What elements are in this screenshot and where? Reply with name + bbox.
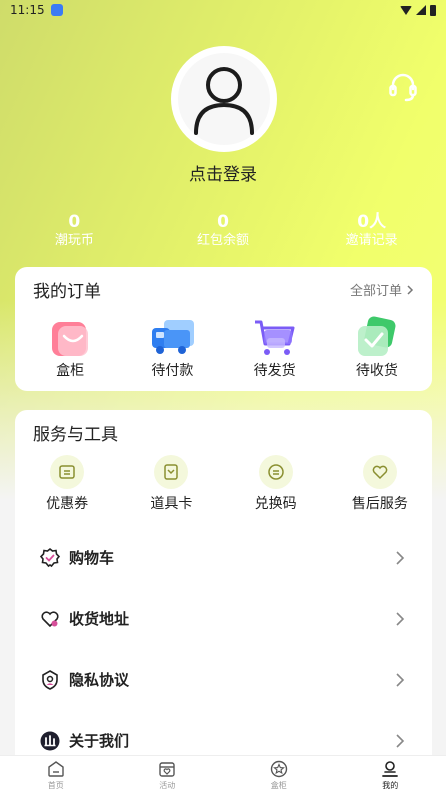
service-label: 优惠券 — [46, 496, 89, 512]
order-pending-receipt[interactable]: 待收货 — [332, 316, 422, 380]
stat-value: 0 — [217, 212, 229, 232]
bottom-nav: 首页 活动 盒柜 我的 — [0, 755, 446, 793]
stat-value: 0人 — [357, 212, 387, 232]
service-redeem-code[interactable]: 兑换码 — [226, 455, 326, 513]
nav-label: 活动 — [159, 780, 176, 790]
star-badge-icon — [269, 759, 289, 779]
truck-icon — [148, 316, 196, 358]
redeem-code-icon — [258, 455, 293, 489]
headset-icon[interactable] — [386, 70, 420, 104]
chevron-right-icon — [407, 284, 414, 295]
about-icon — [39, 730, 61, 752]
order-label: 待发货 — [253, 363, 296, 379]
home-icon — [46, 759, 66, 779]
service-list: 购物车 收货地址 隐私协议 关于我们 — [15, 527, 432, 771]
orders-card: 我的订单 全部订单 盒柜 待付款 待发货 待收货 — [15, 267, 432, 391]
stat-label: 潮玩币 — [54, 233, 94, 248]
order-pending-shipment[interactable]: 待发货 — [230, 316, 320, 380]
chevron-right-icon — [392, 733, 408, 749]
list-item-label: 收货地址 — [69, 610, 130, 628]
nav-label: 盒柜 — [270, 780, 287, 790]
user-silhouette-icon — [194, 67, 254, 135]
nav-mine[interactable]: 我的 — [350, 759, 430, 791]
nav-activity[interactable]: 活动 — [127, 759, 207, 791]
stat-label: 邀请记录 — [345, 233, 398, 248]
box-cabinet-icon — [46, 316, 94, 358]
activity-icon — [157, 759, 177, 779]
cart-icon — [251, 316, 299, 358]
privacy-icon — [39, 669, 61, 691]
all-orders-label: 全部订单 — [349, 284, 402, 299]
profile-icon — [380, 759, 400, 779]
stat-red-packet[interactable]: 0 红包余额 — [149, 212, 298, 250]
list-item-shopping-cart[interactable]: 购物车 — [27, 527, 420, 588]
order-box-cabinet[interactable]: 盒柜 — [25, 316, 115, 380]
services-card: 服务与工具 优惠券 道具卡 兑换码 售后服务 购物车 收货地址 隐私协议 关于我… — [15, 410, 432, 771]
login-link[interactable]: 点击登录 — [0, 160, 446, 185]
service-label: 兑换码 — [254, 496, 297, 512]
chevron-right-icon — [392, 550, 408, 566]
stat-invites[interactable]: 0人 邀请记录 — [297, 212, 446, 250]
nav-label: 首页 — [47, 780, 64, 790]
list-item-address[interactable]: 收货地址 — [27, 588, 420, 649]
nav-home[interactable]: 首页 — [16, 759, 96, 791]
order-label: 待收货 — [355, 363, 398, 379]
after-sales-icon — [362, 455, 397, 489]
stats-row: 0 潮玩币 0 红包余额 0人 邀请记录 — [0, 212, 446, 250]
stat-coins[interactable]: 0 潮玩币 — [0, 212, 149, 250]
avatar[interactable] — [171, 46, 277, 152]
orders-title: 我的订单 — [33, 282, 101, 302]
status-time: 11:15 — [10, 3, 45, 17]
nav-label: 我的 — [382, 780, 399, 790]
stat-value: 0 — [68, 212, 81, 232]
address-heart-icon — [39, 608, 61, 630]
service-coupon[interactable]: 优惠券 — [17, 455, 117, 513]
check-icon — [353, 316, 401, 358]
status-bar: 11:15 — [0, 0, 446, 20]
stat-label: 红包余额 — [197, 233, 250, 248]
chevron-right-icon — [392, 672, 408, 688]
nav-box-cabinet[interactable]: 盒柜 — [239, 759, 319, 791]
order-label: 待付款 — [151, 363, 194, 379]
chevron-right-icon — [392, 611, 408, 627]
shopping-cart-badge-icon — [39, 547, 61, 569]
order-label: 盒柜 — [56, 363, 85, 379]
coupon-icon — [50, 455, 85, 489]
all-orders-link[interactable]: 全部订单 — [350, 280, 414, 299]
prop-card-icon — [154, 455, 189, 489]
service-prop-card[interactable]: 道具卡 — [121, 455, 221, 513]
app-notification-icon — [50, 4, 63, 16]
list-item-label: 购物车 — [69, 549, 115, 567]
order-pending-payment[interactable]: 待付款 — [127, 316, 217, 380]
signal-icon — [416, 5, 426, 15]
service-after-sales[interactable]: 售后服务 — [330, 455, 430, 513]
wifi-icon — [400, 5, 412, 15]
service-label: 售后服务 — [351, 496, 408, 512]
services-title: 服务与工具 — [33, 425, 118, 445]
service-label: 道具卡 — [150, 496, 193, 512]
battery-icon — [430, 4, 436, 16]
list-item-label: 隐私协议 — [69, 671, 130, 689]
list-item-privacy[interactable]: 隐私协议 — [27, 649, 420, 710]
list-item-label: 关于我们 — [69, 732, 130, 750]
